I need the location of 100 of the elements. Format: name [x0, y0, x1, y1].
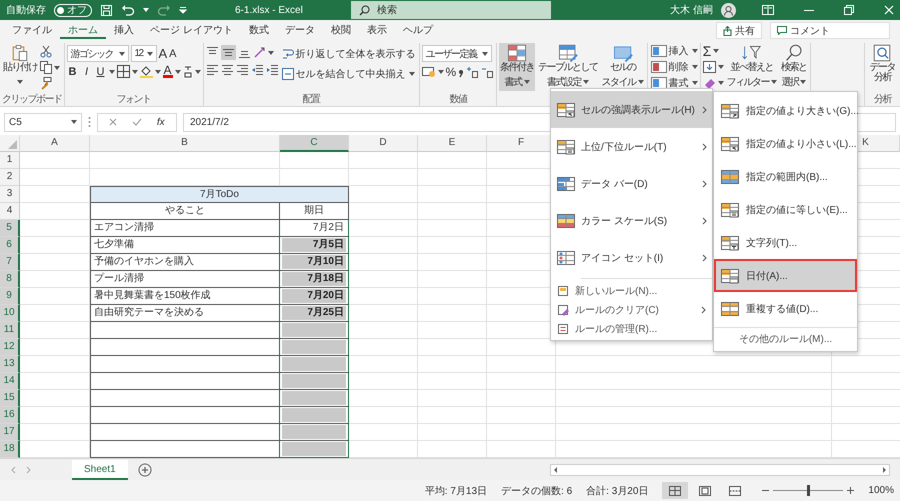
caret-icon[interactable] — [54, 66, 60, 70]
row-header[interactable]: 3 — [0, 186, 20, 203]
table-cell[interactable] — [90, 407, 280, 424]
table-cell[interactable]: 7月25日 — [282, 306, 346, 320]
ribbon-tab[interactable]: データ — [276, 22, 323, 39]
wrap-text-button[interactable]: 折り返して全体を表示する — [280, 45, 416, 62]
insert-function-button[interactable]: fx — [156, 116, 165, 128]
row-header[interactable]: 8 — [0, 271, 20, 288]
row-header[interactable]: 5 — [0, 220, 20, 237]
menu-item[interactable]: セルの強調表示ルール(H) — [551, 91, 712, 128]
row-header[interactable]: 9 — [0, 288, 20, 305]
table-cell[interactable]: エアコン清掃 — [90, 220, 280, 237]
caret-icon[interactable] — [143, 8, 149, 12]
undo-icon[interactable] — [121, 4, 135, 16]
table-cell[interactable] — [282, 374, 346, 388]
caret-icon[interactable] — [132, 70, 138, 74]
table-cell[interactable] — [90, 390, 280, 407]
add-sheet-icon[interactable] — [138, 462, 152, 476]
zoom-slider[interactable] — [807, 485, 810, 496]
table-cell[interactable] — [282, 323, 346, 337]
row-header[interactable]: 1 — [0, 152, 20, 169]
fill-icon[interactable] — [702, 60, 716, 72]
ribbon-display-icon[interactable] — [762, 5, 774, 15]
row-header[interactable]: 6 — [0, 237, 20, 254]
format-button[interactable]: U — [94, 66, 106, 78]
ribbon-tab[interactable]: ページ レイアウト — [142, 22, 241, 39]
caret-icon[interactable] — [154, 70, 160, 74]
table-cell[interactable]: 7月18日 — [282, 272, 346, 286]
caret-icon[interactable] — [174, 70, 180, 74]
close-icon[interactable] — [884, 5, 894, 15]
sheet-tab[interactable]: Sheet1 — [72, 460, 128, 480]
autosave-toggle[interactable]: オフ — [54, 4, 92, 16]
caret-icon[interactable] — [692, 48, 698, 52]
row-header[interactable]: 16 — [0, 407, 20, 424]
format-button[interactable]: B — [66, 66, 78, 78]
row-header[interactable]: 4 — [0, 203, 20, 220]
cells-button[interactable]: 削除 — [650, 59, 690, 74]
table-cell[interactable] — [90, 356, 280, 373]
menu-item[interactable]: 日付(A)... — [714, 259, 857, 292]
row-header[interactable]: 2 — [0, 169, 20, 186]
name-box[interactable]: C5 — [4, 112, 82, 132]
row-header[interactable]: 18 — [0, 441, 20, 458]
ribbon-tab[interactable]: 校閲 — [322, 22, 359, 39]
caret-icon[interactable] — [718, 64, 724, 68]
view-button[interactable] — [662, 482, 688, 499]
decrease-decimal-icon[interactable] — [481, 66, 494, 78]
column-header[interactable]: E — [418, 135, 487, 152]
menu-item[interactable]: カラー スケール(S) — [551, 202, 712, 239]
increase-indent-icon[interactable] — [266, 63, 278, 76]
currency-icon[interactable] — [422, 66, 436, 78]
align-center-icon[interactable] — [220, 63, 234, 76]
scroll-right-icon[interactable] — [882, 466, 887, 472]
table-cell[interactable]: 七夕準備 — [90, 237, 280, 254]
grow-font-button[interactable]: A — [158, 46, 168, 61]
row-header[interactable]: 14 — [0, 373, 20, 390]
fill-color-icon[interactable] — [140, 65, 152, 78]
align-left-icon[interactable] — [206, 63, 218, 76]
avatar-icon[interactable] — [721, 2, 736, 18]
merge-center-button[interactable]: セルを結合して中央揃え — [280, 65, 406, 82]
menu-item[interactable]: 指定の値に等しい(E)... — [714, 193, 857, 226]
ribbon-tab[interactable]: 表示 — [358, 22, 395, 39]
caret-icon[interactable] — [408, 72, 414, 76]
cells-icon[interactable] — [650, 76, 667, 88]
row-header[interactable]: 10 — [0, 305, 20, 322]
table-cell[interactable] — [90, 322, 280, 339]
format-painter-icon[interactable] — [40, 77, 52, 90]
caret-icon[interactable] — [71, 120, 77, 124]
table-cell[interactable]: 7月20日 — [282, 289, 346, 303]
menu-item[interactable]: ルールのクリア(C) — [551, 300, 712, 319]
menu-item[interactable]: ルールの管理(R)... — [551, 319, 712, 338]
row-header[interactable]: 13 — [0, 356, 20, 373]
borders-icon[interactable] — [116, 65, 130, 78]
row-header[interactable]: 15 — [0, 390, 20, 407]
cells-icon[interactable] — [650, 60, 667, 72]
table-cell[interactable] — [90, 373, 280, 390]
align-right-icon[interactable] — [236, 63, 248, 76]
caret-icon[interactable] — [108, 70, 114, 74]
sort-filter-button[interactable]: 並べ替えと フィルター — [726, 43, 778, 91]
decrease-indent-icon[interactable] — [250, 63, 264, 76]
menu-item[interactable]: 指定の範囲内(B)... — [714, 160, 857, 193]
font-color-button[interactable]: A — [162, 65, 172, 78]
caret-icon[interactable] — [268, 50, 274, 54]
search-field[interactable]: 検索 — [350, 1, 551, 19]
save-icon[interactable] — [100, 4, 113, 16]
menu-item[interactable]: 文字列(T)... — [714, 226, 857, 259]
ribbon-tab[interactable]: 挿入 — [106, 22, 142, 39]
share-button[interactable]: 共有 — [716, 22, 762, 39]
table-cell[interactable]: 自由研究テーマを決める — [90, 305, 280, 322]
format-button[interactable]: I — [80, 66, 92, 78]
customize-icon[interactable] — [179, 6, 187, 14]
font-size-field[interactable]: 12 — [130, 45, 156, 62]
horizontal-scrollbar[interactable] — [550, 464, 890, 476]
ribbon-tab[interactable]: 数式 — [240, 22, 277, 39]
increase-decimal-icon[interactable] — [466, 66, 480, 78]
number-format-field[interactable]: ユーザー定義 — [422, 45, 492, 62]
column-header[interactable]: B — [90, 135, 280, 152]
copy-icon[interactable] — [40, 61, 52, 74]
caret-icon[interactable] — [718, 80, 724, 84]
table-cell[interactable]: プール清掃 — [90, 271, 280, 288]
ruby-icon[interactable] — [182, 65, 192, 78]
